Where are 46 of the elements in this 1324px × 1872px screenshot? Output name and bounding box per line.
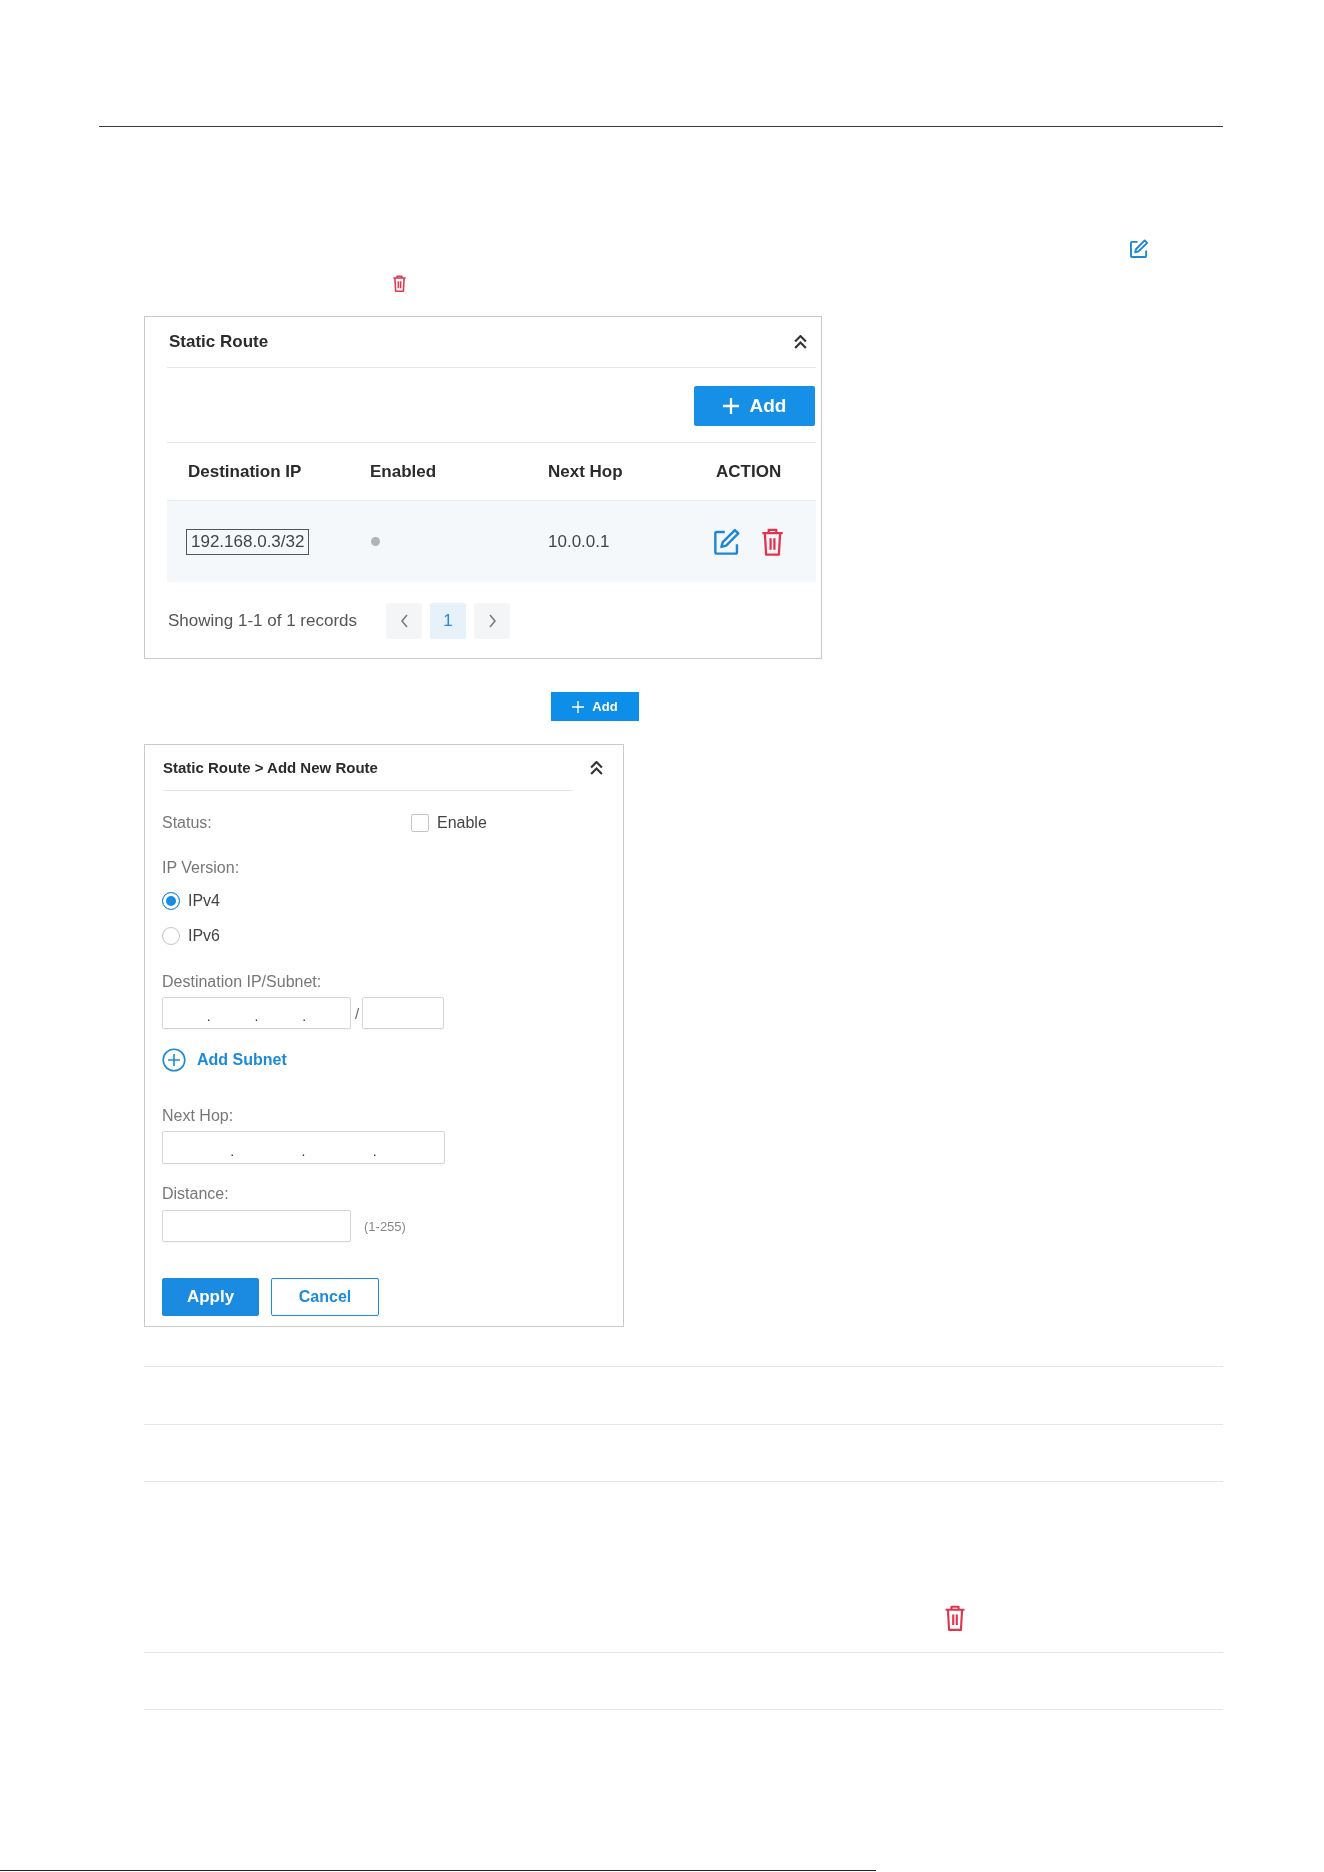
plus-icon — [722, 398, 739, 414]
radio-label[interactable]: IPv4 — [188, 890, 220, 912]
next-page-button[interactable] — [474, 603, 510, 639]
range-hint: (1-255) — [364, 1218, 406, 1234]
trash-icon — [944, 1605, 966, 1631]
field-label: Next Hop: — [162, 1106, 234, 1126]
subnet-separator: / — [355, 1004, 360, 1022]
apply-button[interactable]: Apply — [162, 1278, 259, 1316]
chevron-left-icon — [400, 614, 408, 628]
collapse-icon[interactable] — [590, 760, 603, 775]
checkbox-label[interactable]: Enable — [437, 812, 487, 834]
ip-address-field[interactable]: . . . — [162, 1131, 445, 1164]
field-label: Distance: — [162, 1184, 229, 1204]
trash-icon[interactable] — [761, 527, 784, 556]
field-label: Destination IP/Subnet: — [162, 972, 322, 992]
radio-button[interactable] — [162, 892, 180, 910]
panel-title: Static Route — [169, 332, 269, 352]
records-summary: Showing 1-1 of 1 records — [168, 611, 357, 631]
plus-icon — [572, 700, 585, 713]
add-button[interactable]: Add — [551, 692, 639, 721]
checkbox[interactable] — [411, 814, 429, 832]
previous-page-button[interactable] — [386, 603, 422, 639]
column-header: Destination IP — [188, 461, 302, 482]
chevron-right-icon — [488, 614, 496, 628]
edit-icon[interactable] — [714, 528, 741, 555]
panel-title: Static Route > Add New Route — [163, 759, 378, 776]
distance-field[interactable] — [162, 1210, 351, 1242]
cancel-button[interactable]: Cancel — [271, 1278, 379, 1316]
column-header: Enabled — [370, 461, 437, 482]
plus-circle-icon — [162, 1048, 186, 1072]
radio-label[interactable]: IPv6 — [188, 925, 220, 947]
table-cell: 192.168.0.3/32 — [186, 528, 310, 555]
collapse-icon[interactable] — [794, 335, 807, 349]
subnet-mask-field[interactable] — [362, 997, 445, 1029]
page-button[interactable]: 1 — [430, 603, 466, 639]
column-header: Next Hop — [548, 461, 623, 482]
add-button[interactable]: Add — [694, 386, 815, 426]
table-cell: 10.0.0.1 — [548, 531, 610, 552]
column-header: ACTION — [716, 461, 782, 482]
add-subnet-link[interactable]: Add Subnet — [162, 1048, 287, 1072]
radio-button[interactable] — [162, 927, 180, 945]
edit-icon — [1130, 239, 1149, 258]
ip-address-field[interactable]: . . . — [162, 997, 351, 1029]
trash-icon — [392, 275, 407, 292]
field-label: IP Version: — [162, 858, 240, 878]
field-label: Status: — [162, 813, 212, 833]
